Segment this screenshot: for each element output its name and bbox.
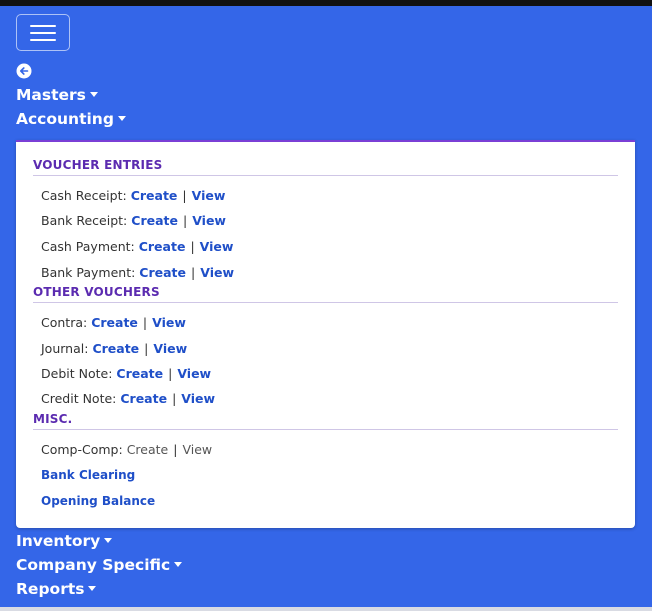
caret-down-icon bbox=[174, 562, 183, 567]
separator: | bbox=[142, 315, 148, 330]
bank-payment-view-link[interactable]: View bbox=[200, 265, 234, 280]
entry-cash-receipt: Cash Receipt: Create | View bbox=[41, 188, 225, 204]
nav-accounting-dropdown[interactable]: Accounting bbox=[16, 109, 126, 129]
nav-company-specific-dropdown[interactable]: Company Specific bbox=[16, 555, 183, 575]
section-title-misc: MISC. bbox=[33, 411, 618, 430]
nav-masters-label: Masters bbox=[16, 86, 86, 104]
entry-credit-note: Credit Note: Create | View bbox=[41, 391, 215, 407]
accounting-dropdown-menu: VOUCHER ENTRIES Cash Receipt: Create | Vie… bbox=[16, 140, 635, 528]
entry-label: Bank Payment: bbox=[41, 265, 136, 280]
bank-clearing-link[interactable]: Bank Clearing bbox=[41, 467, 135, 483]
separator: | bbox=[190, 239, 195, 254]
bank-receipt-create-link[interactable]: Create bbox=[131, 213, 178, 228]
entry-label: Cash Payment: bbox=[41, 239, 135, 254]
cash-receipt-view-link[interactable]: View bbox=[192, 188, 226, 203]
bottom-edge-bar bbox=[0, 607, 652, 611]
entry-contra: Contra: Create | View bbox=[41, 315, 186, 331]
comp-comp-view-link[interactable]: View bbox=[182, 442, 212, 457]
entry-comp-comp: Comp-Comp: Create | View bbox=[41, 442, 212, 458]
caret-down-icon bbox=[117, 116, 126, 121]
bank-receipt-view-link[interactable]: View bbox=[192, 213, 226, 228]
separator: | bbox=[173, 442, 178, 457]
menu-toggle-button[interactable] bbox=[16, 14, 70, 51]
comp-comp-create-link[interactable]: Create bbox=[127, 442, 169, 457]
opening-balance-link[interactable]: Opening Balance bbox=[41, 493, 155, 509]
entry-cash-payment: Cash Payment: Create | View bbox=[41, 239, 233, 255]
journal-create-link[interactable]: Create bbox=[92, 341, 139, 356]
separator: | bbox=[182, 213, 188, 228]
entry-label: Bank Receipt: bbox=[41, 213, 128, 228]
entry-label: Debit Note: bbox=[41, 366, 113, 381]
separator: | bbox=[191, 265, 196, 280]
nav-reports-dropdown[interactable]: Reports bbox=[16, 579, 97, 599]
debit-note-create-link[interactable]: Create bbox=[116, 366, 163, 381]
section-title-other-vouchers: OTHER VOUCHERS bbox=[33, 284, 618, 303]
entry-label: Journal: bbox=[41, 341, 89, 356]
caret-down-icon bbox=[88, 586, 97, 591]
nav-accounting-label: Accounting bbox=[16, 110, 114, 128]
separator: | bbox=[182, 188, 187, 203]
credit-note-view-link[interactable]: View bbox=[181, 391, 215, 406]
credit-note-create-link[interactable]: Create bbox=[120, 391, 167, 406]
hamburger-icon-line bbox=[30, 32, 56, 34]
entry-bank-receipt: Bank Receipt: Create | View bbox=[41, 213, 226, 229]
caret-down-icon bbox=[89, 92, 98, 97]
cash-payment-create-link[interactable]: Create bbox=[139, 239, 186, 254]
nav-company-specific-label: Company Specific bbox=[16, 556, 171, 574]
hamburger-icon bbox=[30, 25, 56, 27]
separator: | bbox=[168, 366, 173, 381]
nav-inventory-label: Inventory bbox=[16, 532, 101, 550]
separator: | bbox=[144, 341, 149, 356]
nav-masters-dropdown[interactable]: Masters bbox=[16, 85, 98, 105]
bank-payment-create-link[interactable]: Create bbox=[139, 265, 186, 280]
entry-label: Contra: bbox=[41, 315, 88, 330]
top-edge-bar bbox=[0, 0, 652, 6]
entry-debit-note: Debit Note: Create | View bbox=[41, 366, 211, 382]
section-title-voucher-entries: VOUCHER ENTRIES bbox=[33, 157, 618, 176]
cash-receipt-create-link[interactable]: Create bbox=[131, 188, 178, 203]
hamburger-icon-line bbox=[30, 39, 56, 41]
contra-create-link[interactable]: Create bbox=[91, 315, 138, 330]
cash-payment-view-link[interactable]: View bbox=[200, 239, 234, 254]
separator: | bbox=[172, 391, 177, 406]
back-arrow-icon[interactable] bbox=[16, 63, 32, 79]
contra-view-link[interactable]: View bbox=[152, 315, 186, 330]
entry-label: Comp-Comp: bbox=[41, 442, 123, 457]
caret-down-icon bbox=[104, 538, 113, 543]
entry-bank-payment: Bank Payment: Create | View bbox=[41, 265, 234, 281]
debit-note-view-link[interactable]: View bbox=[177, 366, 211, 381]
journal-view-link[interactable]: View bbox=[153, 341, 187, 356]
entry-label: Cash Receipt: bbox=[41, 188, 127, 203]
entry-journal: Journal: Create | View bbox=[41, 341, 187, 357]
entry-label: Credit Note: bbox=[41, 391, 117, 406]
nav-reports-label: Reports bbox=[16, 580, 85, 598]
nav-inventory-dropdown[interactable]: Inventory bbox=[16, 531, 113, 551]
